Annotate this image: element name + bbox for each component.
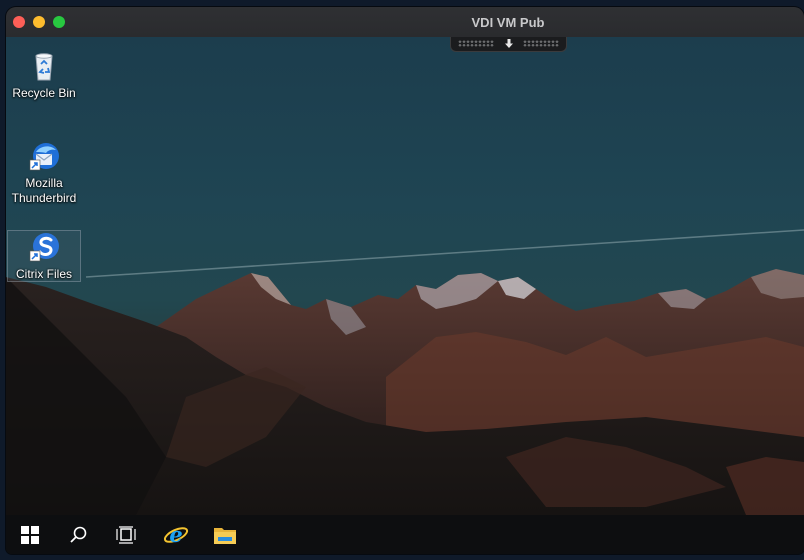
svg-text:e: e <box>169 522 182 547</box>
vm-window: VDI VM Pub Recycle Bin Mozilla Thunderbi… <box>6 7 804 554</box>
start-icon <box>21 525 39 544</box>
file-explorer-icon <box>214 527 236 544</box>
toolbar-handle[interactable] <box>450 37 567 52</box>
grip-dots-left <box>458 40 494 47</box>
title-bar[interactable]: VDI VM Pub <box>6 7 804 38</box>
recycle-bin-icon <box>35 53 53 81</box>
desktop-icon-recycle-bin[interactable]: Recycle Bin <box>8 50 80 101</box>
task-view-button[interactable] <box>102 515 150 554</box>
desktop-icon-label: Citrix Files <box>16 267 72 281</box>
search-button[interactable] <box>54 515 102 554</box>
file-explorer-button[interactable] <box>201 515 249 554</box>
taskbar: e <box>6 515 804 554</box>
thunderbird-icon <box>29 143 59 171</box>
arrow-down-icon[interactable] <box>503 38 515 50</box>
desktop-icon-label: Recycle Bin <box>12 86 76 100</box>
wallpaper <box>6 229 804 515</box>
task-view-icon <box>116 525 136 544</box>
grip-dots-right <box>523 40 559 47</box>
start-button[interactable] <box>6 515 54 554</box>
internet-explorer-button[interactable]: e <box>152 515 200 554</box>
desktop[interactable]: Recycle Bin Mozilla Thunderbird Citrix F… <box>6 37 804 515</box>
citrix-files-icon <box>29 233 59 262</box>
desktop-icon-label: Mozilla Thunderbird <box>11 176 77 205</box>
search-icon <box>70 526 87 543</box>
internet-explorer-icon: e <box>163 522 189 547</box>
desktop-icon-thunderbird[interactable]: Mozilla Thunderbird <box>8 140 80 206</box>
window-title: VDI VM Pub <box>471 15 545 30</box>
desktop-icon-citrix-files[interactable]: Citrix Files <box>7 230 81 282</box>
